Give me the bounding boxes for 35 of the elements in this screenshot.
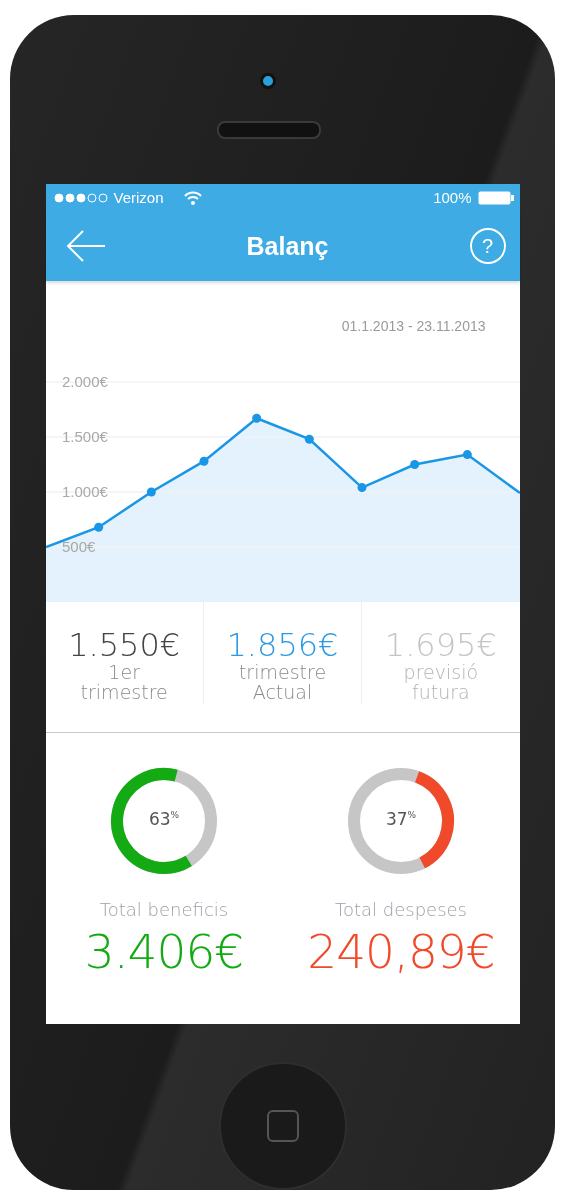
- battery-percent: 100%: [433, 189, 472, 206]
- y-axis-label: 1.500€: [61, 428, 108, 445]
- carrier-name: Verizon: [113, 189, 164, 206]
- total-amount: 240,89€: [307, 924, 495, 979]
- quarter-amount: 1.550€: [68, 628, 181, 664]
- camera-lens: [259, 73, 276, 89]
- percent-value: 63$^{%}$: [147, 809, 181, 829]
- data-point: [251, 413, 261, 423]
- date-range: 01.1.2013 - 23.11.2013: [341, 318, 486, 334]
- quarter-label: trimestre Actual: [238, 663, 327, 704]
- quarter-amount: 1.695€: [384, 628, 497, 664]
- y-axis-label: 1.000€: [61, 483, 108, 500]
- wifi-icon: [183, 190, 202, 205]
- percent-value: 37$^{%}$: [384, 809, 418, 829]
- quarter-label: 1er trimestre: [80, 663, 168, 704]
- y-axis-label: 2.000€: [61, 373, 108, 390]
- help-button[interactable]: ?: [469, 228, 506, 264]
- y-axis-label: 500€: [61, 538, 95, 555]
- quarter-amount: 1.856€: [226, 628, 339, 664]
- data-point: [304, 434, 314, 444]
- quarter-label: previsió futura: [403, 663, 479, 704]
- total-label: Total despeses: [335, 899, 467, 920]
- signal-icon: [53, 192, 110, 203]
- data-point: [146, 487, 156, 497]
- data-point: [93, 522, 103, 532]
- total-label: Total beneficis: [99, 899, 229, 920]
- data-point: [357, 483, 366, 493]
- battery-icon: [477, 190, 514, 205]
- screen-title: Balanç: [245, 231, 330, 261]
- data-point: [199, 456, 208, 466]
- back-arrow-icon[interactable]: [65, 230, 106, 262]
- data-point: [462, 450, 472, 460]
- total-amount: 3.406€: [84, 924, 244, 979]
- square-icon: [266, 1110, 299, 1142]
- data-point: [409, 460, 419, 469]
